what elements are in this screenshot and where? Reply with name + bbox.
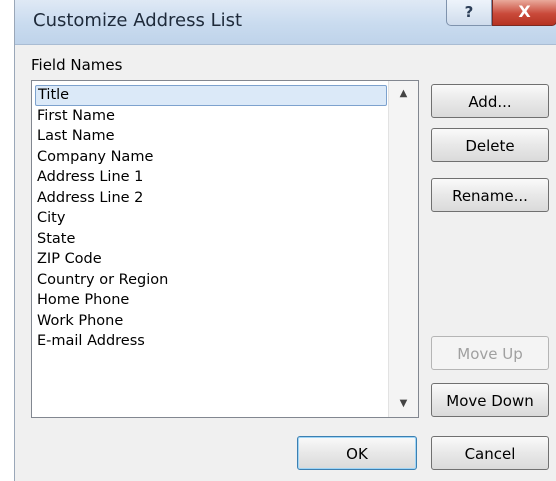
list-item[interactable]: Country or Region [35, 270, 387, 291]
list-item[interactable]: State [35, 229, 387, 250]
list-item[interactable]: Home Phone [35, 290, 387, 311]
move-down-button[interactable]: Move Down [431, 383, 549, 417]
list-item[interactable]: E-mail Address [35, 331, 387, 352]
list-item[interactable]: City [35, 208, 387, 229]
delete-button[interactable]: Delete [431, 128, 549, 162]
close-button[interactable]: X [492, 0, 556, 26]
list-item[interactable]: Address Line 2 [35, 188, 387, 209]
scroll-up-arrow-icon[interactable]: ▲ [389, 83, 418, 105]
help-icon: ? [464, 3, 474, 21]
customize-address-list-dialog: Customize Address List ? X Field Names T… [14, 0, 556, 481]
field-names-listbox[interactable]: Title First Name Last Name Company Name Addr… [31, 80, 419, 418]
field-names-label: Field Names [31, 56, 123, 74]
list-item[interactable]: Company Name [35, 147, 387, 168]
field-names-list: Title First Name Last Name Company Name Addr… [35, 85, 387, 352]
add-button[interactable]: Add... [431, 84, 549, 118]
move-up-button[interactable]: Move Up [431, 336, 549, 370]
title-bar[interactable]: Customize Address List ? X [15, 0, 556, 45]
list-item[interactable]: Last Name [35, 126, 387, 147]
close-icon: X [518, 2, 531, 21]
list-item[interactable]: First Name [35, 106, 387, 127]
list-item[interactable]: Title [35, 85, 387, 106]
scroll-down-arrow-icon[interactable]: ▼ [389, 393, 418, 415]
window-title: Customize Address List [33, 10, 243, 31]
ok-button[interactable]: OK [297, 436, 417, 470]
cancel-button[interactable]: Cancel [431, 436, 549, 470]
vertical-scrollbar[interactable]: ▲ ▼ [388, 81, 418, 417]
list-item[interactable]: Work Phone [35, 311, 387, 332]
list-item[interactable]: ZIP Code [35, 249, 387, 270]
help-button[interactable]: ? [446, 0, 492, 26]
rename-button[interactable]: Rename... [431, 178, 549, 212]
list-item[interactable]: Address Line 1 [35, 167, 387, 188]
